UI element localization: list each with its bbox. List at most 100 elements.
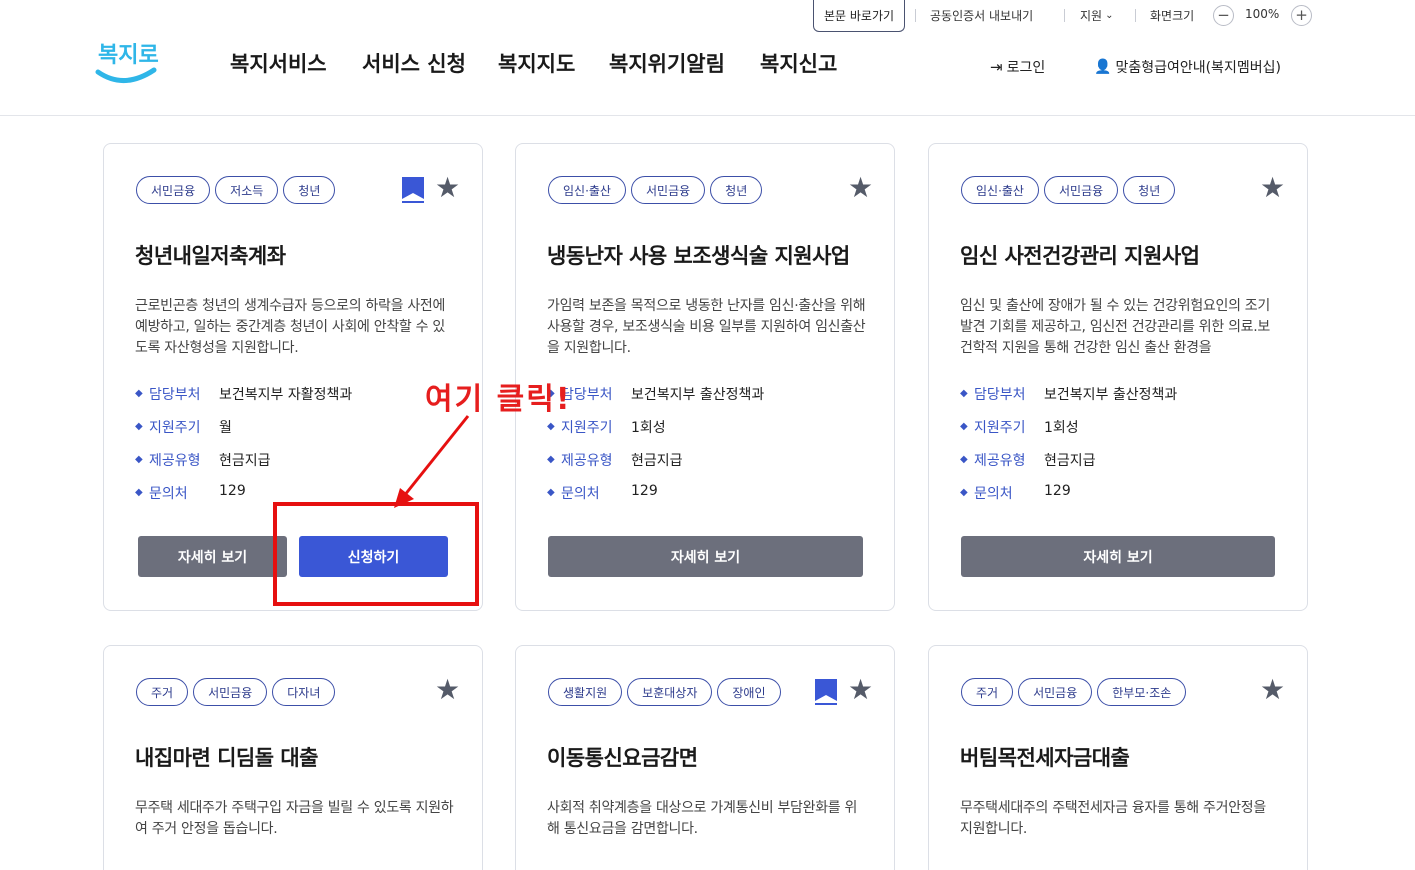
info-row: ◆ 담당부처 보건복지부 자활정책과 xyxy=(135,384,352,417)
tag[interactable]: 주거 xyxy=(961,678,1014,706)
card-title[interactable]: 내집마련 디딤돌 대출 xyxy=(135,742,319,772)
tag[interactable]: 임신·출산 xyxy=(548,176,626,204)
info-value: 129 xyxy=(219,483,246,499)
divider xyxy=(1064,9,1065,22)
tag-list: 임신·출산 서민금융 청년 xyxy=(548,176,763,204)
site-logo[interactable]: 복지로 xyxy=(94,32,160,90)
logo-mark-icon: 복지로 xyxy=(95,43,159,83)
info-row: ◆ 지원주기 1회성 xyxy=(960,417,1177,450)
nav-crisis-alert[interactable]: 복지위기알림 xyxy=(609,48,725,78)
info-value: 129 xyxy=(631,483,658,499)
card-description: 사회적 취약계층을 대상으로 가계통신비 부담완화를 위해 통신요금을 감면합니… xyxy=(547,800,858,837)
info-row: ◆ 지원주기 월 xyxy=(135,417,352,450)
card-title[interactable]: 이동통신요금감면 xyxy=(547,742,698,772)
tag-list: 주거 서민금융 한부모·조손 xyxy=(961,678,1187,706)
card-description: 무주택 세대주가 주택구입 자금을 빌릴 수 있도록 지원하여 주거 안정을 돕… xyxy=(135,800,454,837)
tag[interactable]: 한부모·조손 xyxy=(1097,678,1187,706)
info-value: 보건복지부 출산정책과 xyxy=(631,387,765,403)
star-icon[interactable]: ★ xyxy=(848,676,873,704)
utility-bar: 본문 바로가기 공동인증서 내보내기 지원 ⌄ 화면크기 − 100% + xyxy=(0,0,1415,32)
detail-button[interactable]: 자세히 보기 xyxy=(961,536,1275,577)
info-value: 월 xyxy=(219,420,232,436)
tag[interactable]: 청년 xyxy=(1123,176,1176,204)
membership-link[interactable]: 👤 맞춤형급여안내(복지멤버십) xyxy=(1094,57,1281,77)
nav-service-apply[interactable]: 서비스 신청 xyxy=(362,48,466,78)
info-value: 129 xyxy=(1044,483,1071,499)
info-row: ◆ 제공유형 현금지급 xyxy=(547,450,764,483)
tag[interactable]: 서민금융 xyxy=(193,678,268,706)
info-value: 1회성 xyxy=(1044,420,1079,436)
cert-export-link[interactable]: 공동인증서 내보내기 xyxy=(930,7,1033,24)
info-value: 현금지급 xyxy=(1044,453,1096,469)
star-icon[interactable]: ★ xyxy=(848,174,873,202)
star-icon[interactable]: ★ xyxy=(1260,174,1285,202)
svg-text:복지로: 복지로 xyxy=(98,43,159,68)
annotation-arrow-icon xyxy=(394,415,470,508)
service-card: 주거 서민금융 다자녀 ★ 내집마련 디딤돌 대출 무주택 세대주가 주택구입 … xyxy=(103,645,483,870)
card-title[interactable]: 청년내일저축계좌 xyxy=(135,240,286,270)
star-icon[interactable]: ★ xyxy=(1260,676,1285,704)
annotation-highlight-box xyxy=(273,502,479,606)
info-list: ◆ 담당부처 보건복지부 출산정책과 ◆ 지원주기 1회성 ◆ 제공유형 현금지급 ◆ 문의처… xyxy=(960,384,1177,516)
card-description: 근로빈곤층 청년의 생계수급자 등으로의 하락을 사전에 예방하고, 일하는 중… xyxy=(135,298,446,356)
info-value: 현금지급 xyxy=(219,453,271,469)
info-value: 현금지급 xyxy=(631,453,683,469)
info-key: 문의처 xyxy=(149,486,188,502)
tag[interactable]: 장애인 xyxy=(717,678,781,706)
detail-button[interactable]: 자세히 보기 xyxy=(548,536,863,577)
zoom-out-button[interactable]: − xyxy=(1213,5,1234,26)
tag-list: 주거 서민금융 다자녀 xyxy=(136,678,336,706)
card-title[interactable]: 냉동난자 사용 보조생식술 지원사업 xyxy=(547,240,850,270)
membership-label: 맞춤형급여안내(복지멤버십) xyxy=(1115,60,1281,76)
info-value: 보건복지부 출산정책과 xyxy=(1044,387,1178,403)
zoom-value: 100% xyxy=(1245,7,1280,21)
tag[interactable]: 청년 xyxy=(283,176,336,204)
tag[interactable]: 다자녀 xyxy=(272,678,336,706)
info-row: ◆ 문의처 129 xyxy=(960,483,1071,502)
info-key: 문의처 xyxy=(561,486,600,502)
service-card: 임신·출산 서민금융 청년 ★ 임신 사전건강관리 지원사업 임신 및 출산에 … xyxy=(928,143,1308,611)
star-icon[interactable]: ★ xyxy=(435,174,460,202)
tag[interactable]: 서민금융 xyxy=(1018,678,1093,706)
card-title[interactable]: 버팀목전세자금대출 xyxy=(960,742,1130,772)
info-key: 제공유형 xyxy=(149,453,201,469)
language-select[interactable]: 지원 ⌄ xyxy=(1080,7,1113,24)
zoom-label: 화면크기 xyxy=(1150,9,1195,23)
tag[interactable]: 임신·출산 xyxy=(961,176,1039,204)
card-description: 임신 및 출산에 장애가 될 수 있는 건강위험요인의 조기 발견 기회를 제공… xyxy=(960,298,1270,356)
nav-welfare-report[interactable]: 복지신고 xyxy=(760,48,837,78)
info-key: 지원주기 xyxy=(149,420,201,436)
tag[interactable]: 서민금융 xyxy=(1043,176,1119,204)
card-title[interactable]: 임신 사전건강관리 지원사업 xyxy=(960,240,1200,270)
user-add-icon: 👤 xyxy=(1094,59,1112,75)
info-key: 지원주기 xyxy=(561,420,613,436)
tag[interactable]: 생활지원 xyxy=(548,678,623,706)
bookmark-icon[interactable] xyxy=(402,177,424,203)
info-key: 제공유형 xyxy=(974,453,1026,469)
tag[interactable]: 보훈대상자 xyxy=(627,678,713,706)
card-description: 무주택세대주의 주택전세자금 융자를 통해 주거안정을 지원합니다. xyxy=(960,800,1266,837)
tag-list: 임신·출산 서민금융 청년 xyxy=(961,176,1176,204)
info-row: ◆ 문의처 129 xyxy=(547,483,658,502)
info-row: ◆ 담당부처 보건복지부 출산정책과 xyxy=(547,384,764,417)
zoom-in-button[interactable]: + xyxy=(1291,5,1312,26)
star-icon[interactable]: ★ xyxy=(435,676,460,704)
divider xyxy=(915,9,916,22)
chevron-down-icon: ⌄ xyxy=(1105,10,1114,21)
detail-button[interactable]: 자세히 보기 xyxy=(138,536,287,577)
info-row: ◆ 지원주기 1회성 xyxy=(547,417,764,450)
tag[interactable]: 서민금융 xyxy=(136,176,211,204)
login-label: 로그인 xyxy=(1006,60,1046,76)
info-value: 1회성 xyxy=(631,420,666,436)
tag[interactable]: 저소득 xyxy=(215,176,279,204)
tag[interactable]: 청년 xyxy=(710,176,763,204)
tag[interactable]: 주거 xyxy=(136,678,189,706)
skip-to-content-button[interactable]: 본문 바로가기 xyxy=(813,0,905,32)
language-label: 지원 xyxy=(1080,9,1103,23)
tag[interactable]: 서민금융 xyxy=(630,176,706,204)
nav-welfare-services[interactable]: 복지서비스 xyxy=(230,48,327,78)
login-link[interactable]: ⇥ 로그인 xyxy=(990,57,1045,77)
nav-welfare-map[interactable]: 복지지도 xyxy=(498,48,575,78)
service-card: 임신·출산 서민금융 청년 ★ 냉동난자 사용 보조생식술 지원사업 가임력 보… xyxy=(515,143,895,611)
bookmark-icon[interactable] xyxy=(815,679,837,705)
